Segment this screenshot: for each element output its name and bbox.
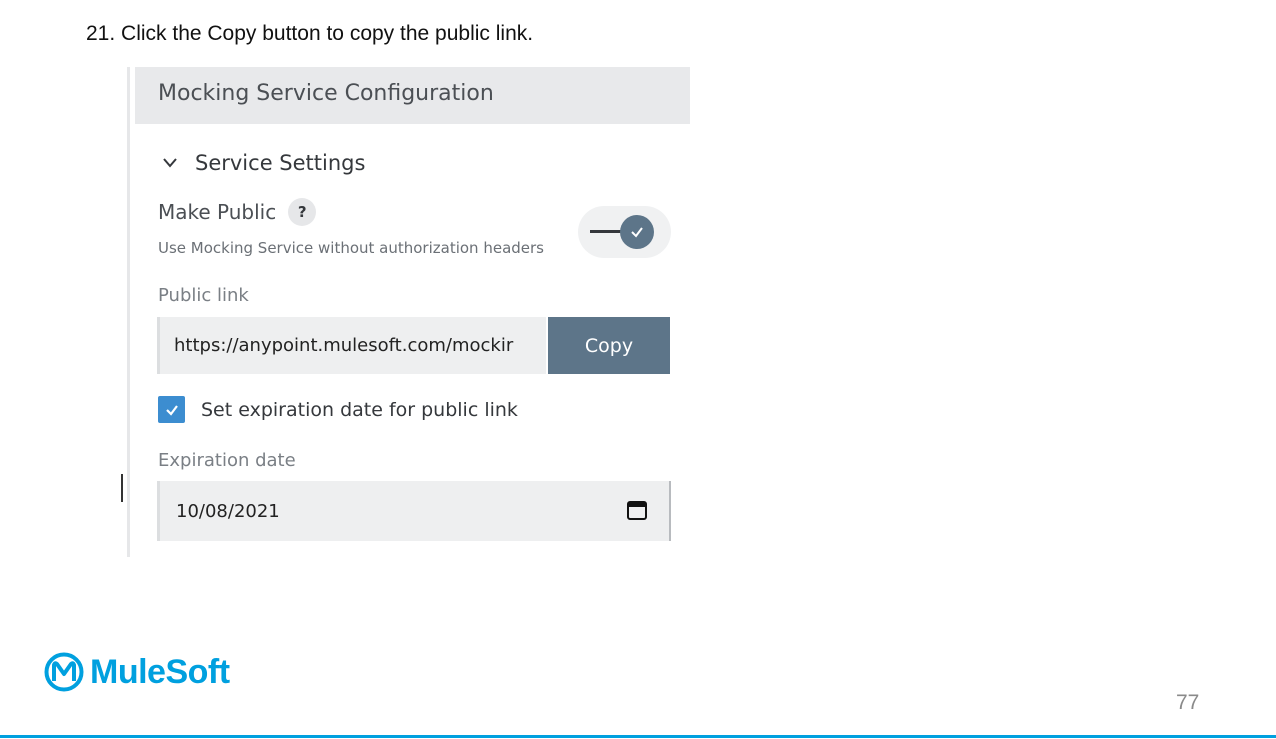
make-public-description: Use Mocking Service without authorizatio… — [158, 239, 544, 257]
help-icon[interactable]: ? — [288, 198, 317, 226]
public-link-value: https://anypoint.mulesoft.com/mockir — [174, 335, 514, 356]
chevron-down-icon — [163, 158, 177, 168]
public-link-label: Public link — [158, 285, 249, 306]
mocking-service-panel: Mocking Service Configuration Service Se… — [127, 67, 690, 557]
panel-divider — [127, 67, 130, 557]
check-icon — [165, 404, 178, 416]
mulesoft-logo-icon — [44, 652, 84, 692]
expiration-date-label: Expiration date — [158, 450, 296, 471]
brand-name: MuleSoft — [90, 652, 230, 691]
page-number: 77 — [1176, 691, 1200, 714]
service-settings-toggle[interactable]: Service Settings — [161, 151, 365, 175]
copy-button[interactable]: Copy — [548, 317, 670, 374]
make-public-label: Make Public — [158, 200, 277, 224]
checkbox-checked[interactable] — [158, 396, 185, 423]
text-cursor-mark — [121, 474, 126, 502]
make-public-toggle[interactable] — [578, 206, 671, 258]
step-instruction: 21. Click the Copy button to copy the pu… — [86, 22, 534, 45]
set-expiration-checkbox[interactable]: Set expiration date for public link — [158, 396, 518, 423]
expiration-date-input[interactable]: 10/08/2021 — [157, 481, 671, 541]
section-title: Service Settings — [195, 151, 366, 175]
set-expiration-label: Set expiration date for public link — [201, 398, 518, 421]
toggle-knob — [620, 215, 654, 249]
make-public-row: Make Public ? — [158, 198, 317, 226]
panel-title: Mocking Service Configuration — [158, 81, 494, 106]
check-icon — [631, 227, 643, 238]
mulesoft-logo: MuleSoft — [44, 652, 230, 692]
public-link-field[interactable]: https://anypoint.mulesoft.com/mockir — [157, 317, 546, 374]
calendar-icon[interactable] — [626, 499, 648, 521]
panel-header: Mocking Service Configuration — [135, 67, 690, 124]
expiration-date-value: 10/08/2021 — [176, 501, 280, 522]
footer-divider — [0, 735, 1276, 738]
